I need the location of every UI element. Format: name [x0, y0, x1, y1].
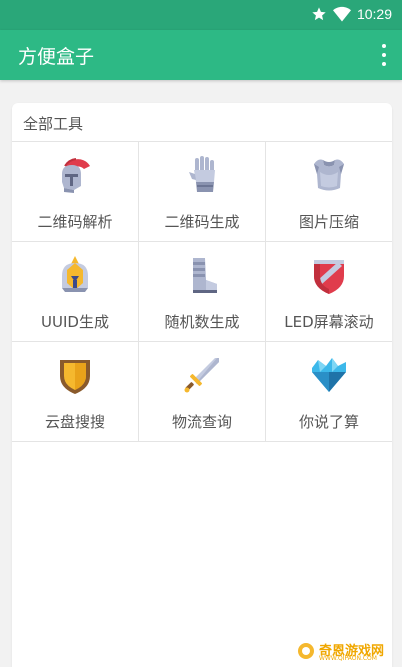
armored-boot-icon	[193, 258, 217, 293]
section-title: 全部工具	[23, 115, 84, 133]
status-icons: 10:29	[311, 6, 392, 22]
tools-row: 二维码解析 二维码生成 图片压缩	[12, 142, 392, 242]
tool-label: 图片压缩	[298, 213, 359, 231]
app-title: 方便盒子	[18, 46, 95, 68]
tool-image-compress[interactable]: 图片压缩	[266, 142, 392, 241]
tool-label: 二维码解析	[37, 213, 113, 231]
watermark: 奇恩游戏网 WWW.QIPAON.COM	[297, 640, 392, 662]
tool-logistics[interactable]: 物流查询	[139, 342, 266, 441]
tools-grid: 二维码解析 二维码生成 图片压缩 UUID生成 随机数生成 LED屏幕滚动 云盘…	[12, 141, 392, 442]
tool-label: LED屏幕滚动	[284, 313, 374, 331]
status-time: 10:29	[356, 6, 392, 22]
spartan-helmet-icon	[62, 158, 90, 193]
tools-row: UUID生成 随机数生成 LED屏幕滚动	[12, 242, 392, 342]
tools-card: 全部工具 二维码解析 二维码生成 图片压缩 UUID生成 随机数生成 LED屏幕…	[12, 103, 392, 667]
armor-vest-icon	[314, 159, 344, 191]
wifi-icon	[332, 6, 351, 22]
tool-uuid[interactable]: UUID生成	[12, 242, 139, 341]
tool-cloud-search[interactable]: 云盘搜搜	[12, 342, 139, 441]
sword-icon	[184, 358, 219, 393]
watermark-subtext: WWW.QIPAON.COM	[319, 655, 377, 662]
tool-qr-generate[interactable]: 二维码生成	[139, 142, 266, 241]
tools-row: 云盘搜搜 物流查询 你说了算	[12, 342, 392, 442]
app-bar: 方便盒子	[0, 30, 402, 80]
tool-qr-decode[interactable]: 二维码解析	[12, 142, 139, 241]
star-icon	[312, 7, 326, 21]
crest-shield-icon	[314, 260, 344, 294]
tool-label: UUID生成	[41, 313, 109, 331]
tool-you-decide[interactable]: 你说了算	[266, 342, 392, 441]
crystal-icon	[312, 358, 346, 392]
tool-label: 随机数生成	[164, 313, 240, 331]
gauntlet-icon	[189, 156, 215, 192]
gold-shield-icon	[60, 360, 90, 394]
watermark-logo-icon	[298, 643, 314, 659]
tool-random-number[interactable]: 随机数生成	[139, 242, 266, 341]
tool-label: 二维码生成	[164, 213, 240, 231]
tool-label: 你说了算	[298, 413, 359, 431]
overflow-menu-icon[interactable]	[378, 44, 390, 66]
knight-helmet-icon	[62, 256, 88, 292]
tool-label: 云盘搜搜	[44, 413, 105, 431]
tool-led-scroll[interactable]: LED屏幕滚动	[266, 242, 392, 341]
tool-label: 物流查询	[171, 413, 232, 431]
status-bar: 10:29	[0, 0, 402, 30]
